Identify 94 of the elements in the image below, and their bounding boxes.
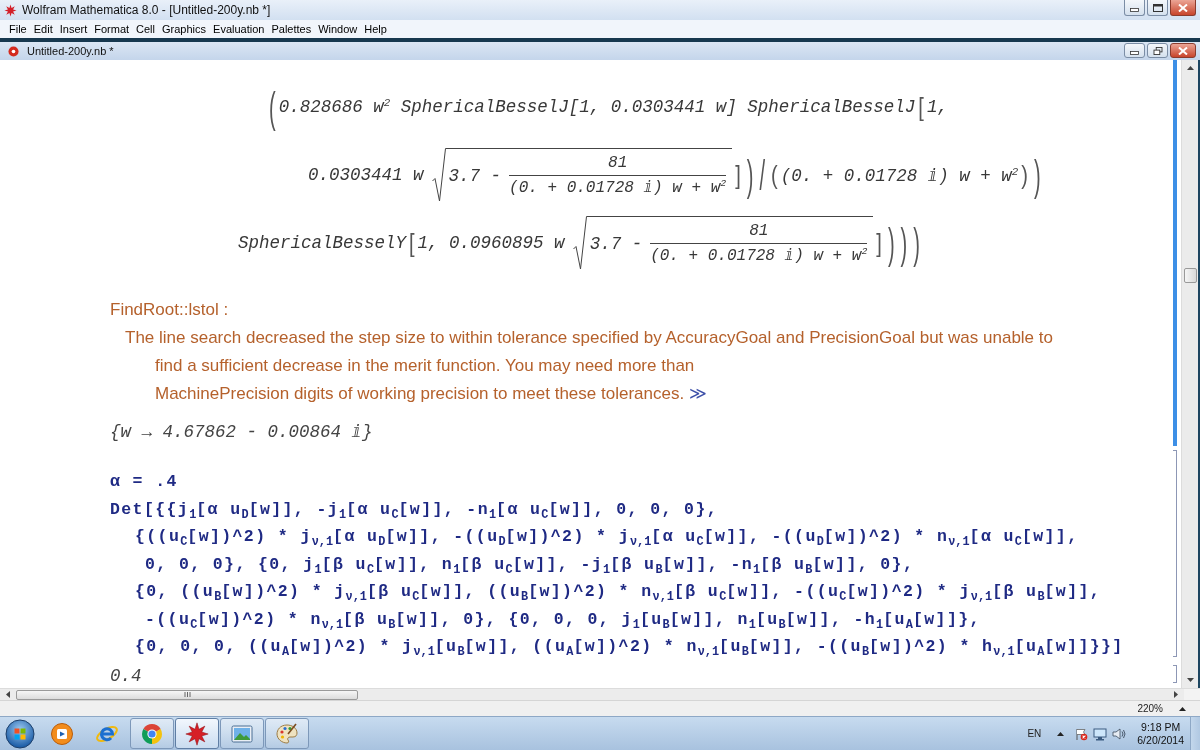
menu-item[interactable]: Graphics <box>159 22 210 36</box>
input-code-line: {((u$_{C}$[w])^2) * j$_{ν,1}$[α u$_{D}$[w]], -((u$_{D}$[w])^2) * j$_{ν,1}$[α u$_{C}$[w]], -((u$_{D}$[w])^2) * n$_{ν,1}$[α u$_{C}$[w]], <box>135 526 1079 551</box>
window-title: Wolfram Mathematica 8.0 - [Untitled-200y.nb *] <box>22 3 271 17</box>
round-logo-icon <box>140 721 164 746</box>
cell-bracket[interactable] <box>1173 664 1177 683</box>
math-delimiter: ( <box>269 82 276 133</box>
spiky-star-icon <box>4 3 17 17</box>
input-code-line: Det[{{j$_{1}$[α u$_{D}$[w]], -j$_{1}$[α u$_{C}$[w]], -n$_{1}$[α u$_{C}$[w]], 0, 0, 0}, <box>110 498 718 523</box>
math-delimiter: / <box>759 150 766 201</box>
caret-up-icon[interactable] <box>1179 706 1186 711</box>
cell-bracket[interactable] <box>1173 450 1177 657</box>
scroll-thumb[interactable] <box>16 689 358 700</box>
math-delimiter: ) <box>746 150 754 201</box>
cell-bracket[interactable] <box>1173 277 1177 408</box>
language-indicator[interactable]: EN <box>1027 728 1042 739</box>
magnification-menu[interactable]: 220% <box>1137 703 1163 714</box>
notebook-icon <box>8 45 19 57</box>
math-delimiter: ) <box>913 218 920 269</box>
taskbar-button[interactable] <box>220 718 264 749</box>
math-delimiter: [ <box>409 227 415 259</box>
math-text: SphericalBesselY <box>238 233 407 253</box>
close-button[interactable] <box>1170 0 1196 16</box>
speaker-icon[interactable] <box>1112 726 1127 741</box>
input-code-line: α = .4 <box>110 471 178 493</box>
math-delimiter: ] <box>876 227 882 259</box>
menu-item[interactable]: File <box>6 22 30 36</box>
horizontal-scrollbar[interactable] <box>0 688 1200 700</box>
math-text: 3.7 - <box>448 165 502 186</box>
math-delimiter: ) <box>1034 150 1041 201</box>
cell-bracket[interactable] <box>1173 60 1177 277</box>
scroll-down-icon[interactable] <box>1186 678 1194 682</box>
orb-icon <box>5 718 35 749</box>
document-title: Untitled-200y.nb * <box>27 45 114 57</box>
fraction-numerator: 81 <box>608 153 628 173</box>
restore-button[interactable] <box>1147 43 1168 58</box>
menu-item[interactable]: Insert <box>56 22 91 36</box>
math-delimiter: ) <box>900 218 908 269</box>
caret-up-icon[interactable] <box>1057 731 1065 736</box>
message-title: FindRoot::lstol : <box>110 299 229 321</box>
math-text: 0.0303441 w <box>308 165 424 185</box>
fraction-denominator: (0. + 0.01728 ⅈ) w + w$^{2}$ <box>509 178 727 198</box>
math-text: 1, <box>926 97 948 117</box>
output-result: 0.4 <box>110 665 142 687</box>
input-code-line: {0, ((u$_{B}$[w])^2) * j$_{ν,1}$[β u$_{C}$[w]], ((u$_{B}$[w])^2) * n$_{ν,1}$[β u$_{C}$[w]], -((u$_{C}$[w])^2) * j$_{ν,1}$[β u$_{B}$[w]], <box>135 581 1102 606</box>
fraction-numerator: 81 <box>749 221 769 241</box>
restore-icon <box>1152 46 1163 55</box>
minimize-icon <box>1130 8 1139 12</box>
scroll-right-icon[interactable] <box>1174 691 1178 698</box>
input-code-line: -((u$_{C}$[w])^2) * n$_{ν,1}$[β u$_{B}$[w]], 0}, {0, 0, 0, j$_{1}$[u$_{B}$[w]], n$_{1}$[u$_{B}$[w]], -h$_{1}$[u$_{A}$[w]]}, <box>145 608 981 633</box>
play-icon <box>50 721 74 746</box>
menu-item[interactable]: Evaluation <box>210 22 268 36</box>
message-text: The line search decreased the step size to within tolerance specified by AccuracyGoal and PrecisionGoal but was unable to find a sufficient decrease in the merit function. You may need more than MachinePrecision digits of working precision to meet these tolerances. ≫ <box>125 327 1053 405</box>
menu-item[interactable]: Edit <box>30 22 56 36</box>
math-delimiter: ] <box>735 159 741 191</box>
menu-item[interactable]: Palettes <box>268 22 315 36</box>
menu-item[interactable]: Cell <box>133 22 158 36</box>
output-result: {w → 4.67862 - 0.00864 ⅈ} <box>110 421 373 444</box>
vertical-scrollbar[interactable] <box>1181 60 1198 688</box>
clock[interactable]: 9:18 PM 6/20/2014 <box>1131 720 1190 747</box>
minimize-button[interactable] <box>1124 43 1145 58</box>
palette-icon <box>275 721 299 746</box>
grip-icon <box>183 692 191 697</box>
math-delimiter: [ <box>918 91 924 123</box>
minimize-button[interactable] <box>1124 0 1145 16</box>
monitor-icon[interactable] <box>1093 726 1108 741</box>
taskbar-button[interactable] <box>130 718 174 749</box>
math-delimiter: ) <box>1021 159 1028 191</box>
math-text: 1, 0.0960895 w <box>417 233 565 253</box>
math-delimiter: ( <box>771 159 778 191</box>
maximize-icon <box>1152 3 1163 12</box>
scroll-left-icon[interactable] <box>6 691 10 698</box>
maximize-button[interactable] <box>1147 0 1168 16</box>
minimize-icon <box>1130 51 1139 55</box>
fraction-denominator: (0. + 0.01728 ⅈ) w + w$^{2}$ <box>650 246 868 266</box>
cell-bracket[interactable] <box>1173 408 1177 446</box>
menu-item[interactable]: Format <box>91 22 133 36</box>
more-info-link[interactable]: ≫ <box>688 384 707 403</box>
flag-icon[interactable] <box>1074 726 1089 741</box>
menu-item[interactable]: Help <box>361 22 390 36</box>
scroll-thumb[interactable] <box>1183 268 1197 283</box>
math-delimiter: ) <box>887 218 895 269</box>
menu-item[interactable]: Window <box>315 22 361 36</box>
close-button[interactable] <box>1170 43 1196 58</box>
taskbar-button[interactable] <box>265 718 309 749</box>
input-code-line: {0, 0, 0, ((u$_{A}$[w])^2) * j$_{ν,1}$[u$_{B}$[w]], ((u$_{A}$[w])^2) * n$_{ν,1}$[u$_{B}$[w]], -((u$_{B}$[w])^2) * h$_{ν,1}$[u$_{A}$[w]]}}] <box>135 636 1124 661</box>
math-text: 0.828686 w$^{2}$ SphericalBesselJ[1, 0.0303441 w] SphericalBesselJ <box>278 97 916 117</box>
spiky-star-icon <box>185 721 209 746</box>
close-icon <box>1178 3 1188 12</box>
taskbar-button[interactable] <box>175 718 219 749</box>
input-code-line: 0, 0, 0}, {0, j$_{1}$[β u$_{C}$[w]], n$_{1}$[β u$_{C}$[w]], -j$_{1}$[β u$_{B}$[w]], -n$_{1}$[β u$_{B}$[w]], 0}, <box>145 553 915 578</box>
close-icon <box>1178 46 1188 55</box>
scroll-up-icon[interactable] <box>1186 66 1194 70</box>
math-text: (0. + 0.01728 ⅈ) w + w$^{2}$ <box>780 164 1019 186</box>
math-text: 3.7 - <box>589 233 643 254</box>
